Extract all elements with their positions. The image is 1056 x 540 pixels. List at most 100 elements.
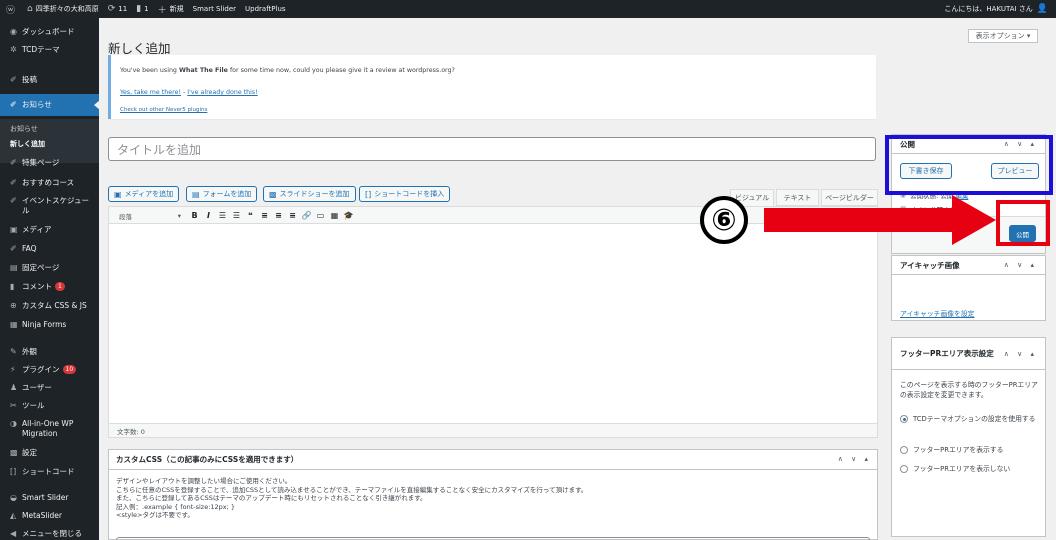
user-avatar-icon: 👤 xyxy=(1036,4,1048,14)
menu-recommended-courses[interactable]: ✐ おすすめコース xyxy=(0,178,99,188)
add-slideshow-button[interactable]: ▩ スライドショーを追加 xyxy=(263,186,356,202)
set-featured-image-link[interactable]: アイキャッチ画像を設定 xyxy=(900,308,974,318)
insert-shortcode-button[interactable]: [] ショートコードを挿入 xyxy=(359,186,451,202)
smart-slider-link[interactable]: Smart Slider xyxy=(193,5,236,13)
submenu-add-new[interactable]: 新しく追加 xyxy=(10,139,45,149)
new-content-link[interactable]: ＋新規 xyxy=(158,3,184,16)
menu-news[interactable]: ✐ お知らせ xyxy=(0,94,100,116)
menu-settings[interactable]: ▩ 設定 xyxy=(0,448,99,458)
review-yes-link[interactable]: Yes, take me there! xyxy=(120,89,181,96)
updraftplus-link[interactable]: UpdraftPlus xyxy=(245,5,286,13)
other-plugins-link[interactable]: Check out other Never5 plugins xyxy=(120,107,207,113)
menu-feature-pages[interactable]: ✐ 特集ページ xyxy=(0,158,99,168)
menu-posts[interactable]: ✐ 投稿 xyxy=(0,75,99,85)
plugins-badge: 10 xyxy=(62,365,77,374)
numbered-list-icon[interactable]: ☰ xyxy=(231,210,242,221)
box-controls[interactable]: ∧ ∨ ▴ xyxy=(838,455,871,463)
content-editor[interactable]: 段落▾ B I ☰ ☰ ❝ ≡ ≡ ≡ 🔗 ▭ ▦ 🎓 ⤡ 文字数: 0 xyxy=(108,206,878,438)
pin-icon: ✐ xyxy=(10,244,17,253)
menu-tcd-theme[interactable]: ✲ TCDテーマ xyxy=(0,45,99,55)
pin-icon: ✐ xyxy=(10,196,17,205)
graduation-cap-icon[interactable]: 🎓 xyxy=(343,210,354,221)
migration-icon: ◑ xyxy=(10,419,17,428)
editor-toolbar: 段落▾ B I ☰ ☰ ❝ ≡ ≡ ≡ 🔗 ▭ ▦ 🎓 ⤡ xyxy=(109,207,877,224)
menu-event-schedule[interactable]: ✐ イベントスケジュール xyxy=(0,196,99,216)
add-form-button[interactable]: ▤ フォームを追加 xyxy=(186,186,258,202)
menu-metaslider[interactable]: ◭ MetaSlider xyxy=(0,511,99,521)
menu-comments[interactable]: ▮ コメント 1 xyxy=(0,282,99,292)
comments-link[interactable]: ▮ 1 xyxy=(136,4,148,14)
admin-bar: ⓦ ⌂ 四季折々の大和高原 ⟳ 11 ▮ 1 ＋新規 Smart Slider Upd… xyxy=(0,0,1056,18)
settings-icon: ▩ xyxy=(10,448,18,457)
pin-icon: ✐ xyxy=(10,178,17,187)
admin-sidebar: ◉ ダッシュボード ✲ TCDテーマ ✐ 投稿 ✐ お知らせ お知らせ 新しく追加 ✐ 特… xyxy=(0,18,100,540)
my-account-link[interactable]: こんにちは、HAKUTAI さん 👤 xyxy=(944,0,1048,18)
footer-pr-box: フッターPRエリア表示設定 ∧ ∨ ▴ このページを表示する時のフッターPRエリ… xyxy=(891,337,1046,537)
radio-hide-footer-pr[interactable]: フッターPRエリアを表示しない xyxy=(900,464,1040,474)
add-media-button[interactable]: ▣ メディアを追加 xyxy=(108,186,180,202)
radio-selected-icon xyxy=(900,415,908,423)
collapse-icon: ◀ xyxy=(10,529,17,538)
submenu-news[interactable]: お知らせ xyxy=(10,124,38,134)
wp-logo-icon[interactable]: ⓦ xyxy=(6,3,18,16)
menu-all-in-one-migration[interactable]: ◑ All-in-One WP Migration xyxy=(0,419,99,439)
form-icon: ▤ xyxy=(192,189,200,199)
box-controls[interactable]: ∧ ∨ ▴ xyxy=(1004,261,1037,269)
comments-badge: 1 xyxy=(55,282,65,291)
media-icon: ▣ xyxy=(114,189,122,199)
italic-icon[interactable]: I xyxy=(203,210,214,221)
updates-link[interactable]: ⟳ 11 xyxy=(108,4,127,14)
menu-plugins[interactable]: ⚡ プラグイン 10 xyxy=(0,365,99,375)
word-count: 文字数: 0 xyxy=(109,423,877,437)
page-icon: ▤ xyxy=(10,263,18,272)
highlight-box-blue xyxy=(885,135,1053,195)
slider-icon: ◒ xyxy=(10,493,17,502)
align-right-icon[interactable]: ≡ xyxy=(287,210,298,221)
comment-icon: ▮ xyxy=(136,4,142,14)
toolbar-toggle-icon[interactable]: ▦ xyxy=(329,210,340,221)
post-title-input[interactable]: タイトルを追加 xyxy=(108,137,876,161)
radio-icon xyxy=(900,446,908,454)
read-more-icon[interactable]: ▭ xyxy=(315,210,326,221)
blockquote-icon[interactable]: ❝ xyxy=(245,210,256,221)
menu-faq[interactable]: ✐ FAQ xyxy=(0,244,99,254)
pin-icon: ✐ xyxy=(10,158,17,167)
menu-collapse[interactable]: ◀ メニューを閉じる xyxy=(0,529,99,539)
screen-options-button[interactable]: 表示オプション ▾ xyxy=(968,29,1038,43)
home-icon: ⌂ xyxy=(27,4,33,14)
bullet-list-icon[interactable]: ☰ xyxy=(217,210,228,221)
menu-shortcode[interactable]: [] ショートコード xyxy=(0,467,99,477)
menu-users[interactable]: ♟ ユーザー xyxy=(0,383,99,393)
box-controls[interactable]: ∧ ∨ ▴ xyxy=(1004,350,1037,358)
menu-custom-css-js[interactable]: ⊕ カスタム CSS & JS xyxy=(0,301,99,311)
link-icon[interactable]: 🔗 xyxy=(301,210,312,221)
user-icon: ♟ xyxy=(10,383,18,392)
format-select[interactable]: 段落 ▾ xyxy=(117,210,183,221)
align-center-icon[interactable]: ≡ xyxy=(273,210,284,221)
plus-circle-icon: ⊕ xyxy=(10,301,17,310)
review-done-link[interactable]: I've already done this! xyxy=(187,89,257,96)
align-left-icon[interactable]: ≡ xyxy=(259,210,270,221)
bold-icon[interactable]: B xyxy=(189,210,200,221)
menu-media[interactable]: ▣ メディア xyxy=(0,225,99,235)
menu-pages[interactable]: ▤ 固定ページ xyxy=(0,263,99,273)
brackets-icon: [] xyxy=(10,467,17,476)
menu-appearance[interactable]: ✎ 外観 xyxy=(0,347,99,357)
comment-icon: ▮ xyxy=(10,282,15,291)
menu-ninja-forms[interactable]: ▦ Ninja Forms xyxy=(0,320,99,330)
refresh-icon: ⟳ xyxy=(107,4,116,14)
radio-use-theme-option[interactable]: TCDテーマオプションの設定を使用する xyxy=(900,414,1040,424)
dashboard-icon: ◉ xyxy=(10,27,17,36)
menu-tools[interactable]: ✂ ツール xyxy=(0,401,99,411)
dropdown-arrow-icon: ▾ xyxy=(177,211,181,220)
notice-links: Yes, take me there! - I've already done … xyxy=(120,89,258,96)
forms-icon: ▦ xyxy=(10,320,18,329)
site-name-link[interactable]: ⌂ 四季折々の大和高原 xyxy=(27,4,99,14)
step-number-badge: ⑥ xyxy=(700,196,748,244)
metaslider-icon: ◭ xyxy=(10,511,17,520)
radio-show-footer-pr[interactable]: フッターPRエリアを表示する xyxy=(900,445,1040,455)
custom-css-box: カスタムCSS（この記事のみにCSSを適用できます） ∧ ∨ ▴ デザインやレイ… xyxy=(108,449,878,540)
pin-icon: ✐ xyxy=(10,75,17,84)
menu-dashboard[interactable]: ◉ ダッシュボード xyxy=(0,27,99,37)
menu-smart-slider[interactable]: ◒ Smart Slider xyxy=(0,493,99,503)
